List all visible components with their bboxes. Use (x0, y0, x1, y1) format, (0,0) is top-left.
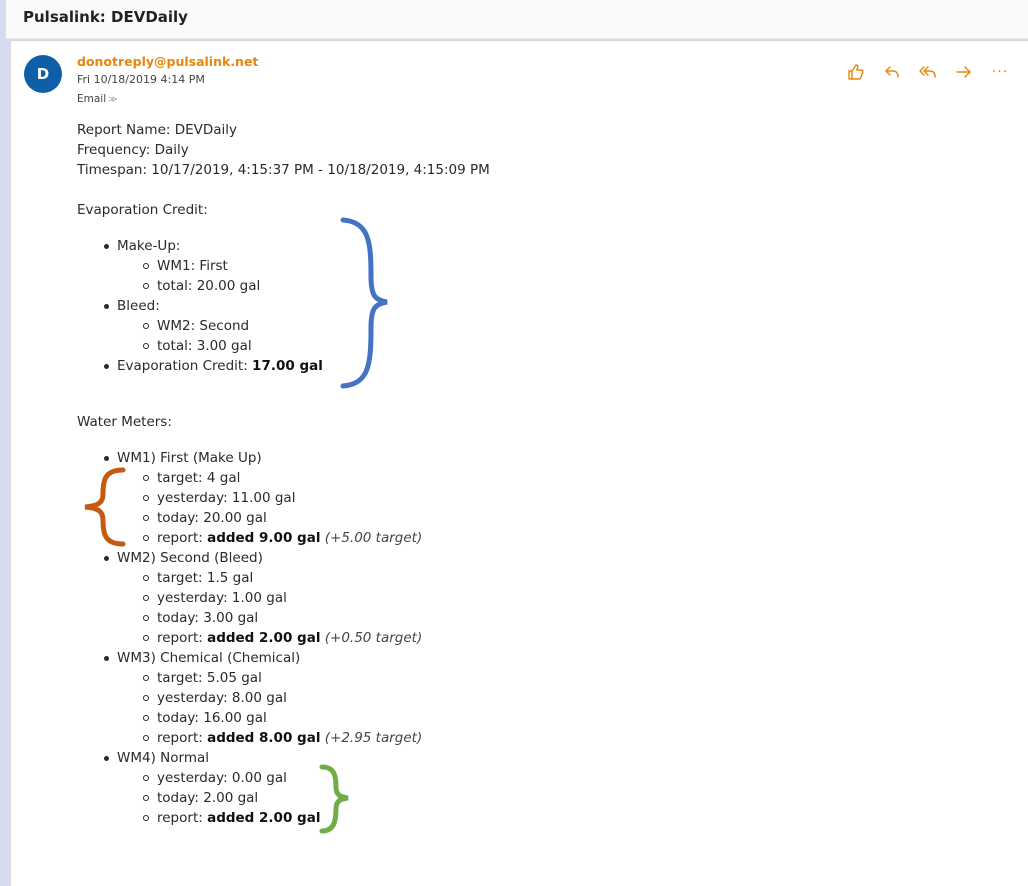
more-icon[interactable]: ··· (989, 61, 1011, 83)
evap-credit-label: Evaporation Credit: (117, 358, 253, 374)
email-subject: Pulsalink: DEVDaily (23, 8, 188, 26)
list-item: total: 20.00 gal (77, 276, 977, 296)
evap-list: Make-Up: WM1: First total: 20.00 gal Ble… (77, 236, 977, 376)
report-note: (+5.00 target) (320, 530, 423, 546)
report-value: added 2.00 gal (207, 630, 321, 646)
list-item: today: 3.00 gal (77, 608, 977, 628)
list-item: Evaporation Credit: 17.00 gal (77, 356, 977, 376)
reply-all-icon (919, 66, 936, 78)
list-item: target: 5.05 gal (77, 668, 977, 688)
reply-all-button[interactable] (917, 61, 939, 83)
report-frequency: Frequency: Daily (77, 142, 189, 158)
avatar[interactable]: D (24, 55, 62, 93)
list-item: total: 3.00 gal (77, 336, 977, 356)
list-item: report: added 2.00 gal (77, 808, 977, 828)
evap-credit-value: 17.00 gal (252, 358, 323, 374)
report-name: Report Name: DEVDaily (77, 122, 238, 138)
report-label: report: (157, 530, 208, 546)
list-item: today: 2.00 gal (77, 788, 977, 808)
green-brace-annotation (319, 764, 349, 834)
report-value: added 8.00 gal (207, 730, 321, 746)
list-item: yesterday: 8.00 gal (77, 688, 977, 708)
message-actions: ··· (845, 61, 1011, 83)
list-item: today: 20.00 gal (77, 508, 977, 528)
email-tag-label: Email (77, 93, 107, 105)
like-button[interactable] (845, 61, 867, 83)
sent-date: Fri 10/18/2019 4:14 PM (77, 73, 205, 86)
chevron-down-icon: ≫ (108, 95, 118, 105)
orange-brace-annotation (84, 467, 126, 547)
report-note: (+0.50 target) (320, 630, 423, 646)
report-label: report: (157, 810, 208, 826)
message-card: D donotreply@pulsalink.net Fri 10/18/201… (10, 40, 1028, 886)
report-label: report: (157, 730, 208, 746)
like-icon (848, 64, 864, 80)
list-item: report: added 9.00 gal (+5.00 target) (77, 528, 977, 548)
list-item: Bleed: (77, 296, 977, 316)
meter-title: WM2) Second (Bleed) (77, 548, 977, 568)
list-item: Make-Up: (77, 236, 977, 256)
meter-title: WM3) Chemical (Chemical) (77, 648, 977, 668)
meter-title: WM1) First (Make Up) (77, 448, 977, 468)
list-item: WM2: Second (77, 316, 977, 336)
email-tag[interactable]: Email ≫ (77, 93, 118, 105)
list-item: target: 1.5 gal (77, 568, 977, 588)
list-item: report: added 8.00 gal (+2.95 target) (77, 728, 977, 748)
forward-button[interactable] (953, 61, 975, 83)
meter-title: WM4) Normal (77, 748, 977, 768)
meters-heading: Water Meters: (77, 414, 172, 430)
report-note: (+2.95 target) (320, 730, 423, 746)
list-item: yesterday: 1.00 gal (77, 588, 977, 608)
report-value: added 9.00 gal (207, 530, 321, 546)
list-item: today: 16.00 gal (77, 708, 977, 728)
list-item: report: added 2.00 gal (+0.50 target) (77, 628, 977, 648)
report-timespan: Timespan: 10/17/2019, 4:15:37 PM - 10/18… (77, 162, 490, 178)
report-value: added 2.00 gal (207, 810, 321, 826)
list-item: target: 4 gal (77, 468, 977, 488)
list-item: yesterday: 0.00 gal (77, 768, 977, 788)
report-label: report: (157, 630, 208, 646)
message-body: Report Name: DEVDaily Frequency: Daily T… (77, 120, 977, 828)
forward-icon (956, 66, 971, 78)
meters-list: WM1) First (Make Up) target: 4 gal yeste… (77, 448, 977, 828)
blue-brace-annotation (340, 217, 388, 389)
sender-address[interactable]: donotreply@pulsalink.net (77, 54, 258, 69)
reply-button[interactable] (881, 61, 903, 83)
reply-icon (885, 66, 899, 78)
list-item: yesterday: 11.00 gal (77, 488, 977, 508)
evap-heading: Evaporation Credit: (77, 202, 208, 218)
list-item: WM1: First (77, 256, 977, 276)
subject-bar: Pulsalink: DEVDaily (6, 0, 1028, 39)
